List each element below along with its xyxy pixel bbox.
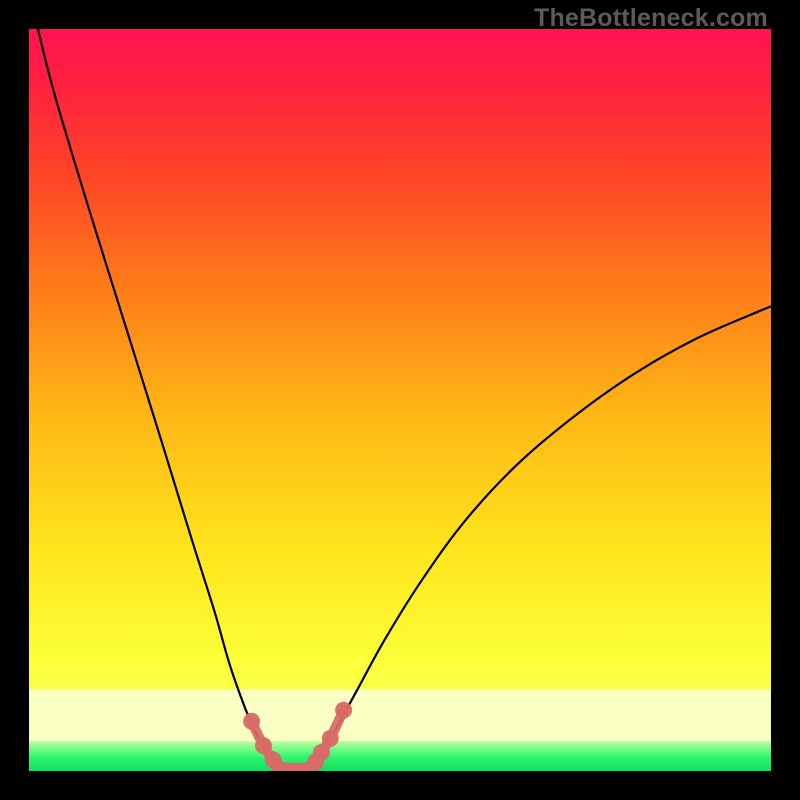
plot-area — [29, 29, 771, 771]
pale-band — [29, 689, 771, 741]
marker-dot — [313, 744, 330, 761]
chart-frame: TheBottleneck.com — [0, 0, 800, 800]
watermark-text: TheBottleneck.com — [534, 4, 768, 33]
marker-dot — [322, 730, 339, 747]
marker-dot — [243, 713, 260, 730]
gradient-background — [29, 29, 771, 771]
marker-dot — [255, 737, 272, 754]
bottleneck-chart — [29, 29, 771, 771]
marker-dot — [335, 702, 352, 719]
green-band — [29, 741, 771, 771]
